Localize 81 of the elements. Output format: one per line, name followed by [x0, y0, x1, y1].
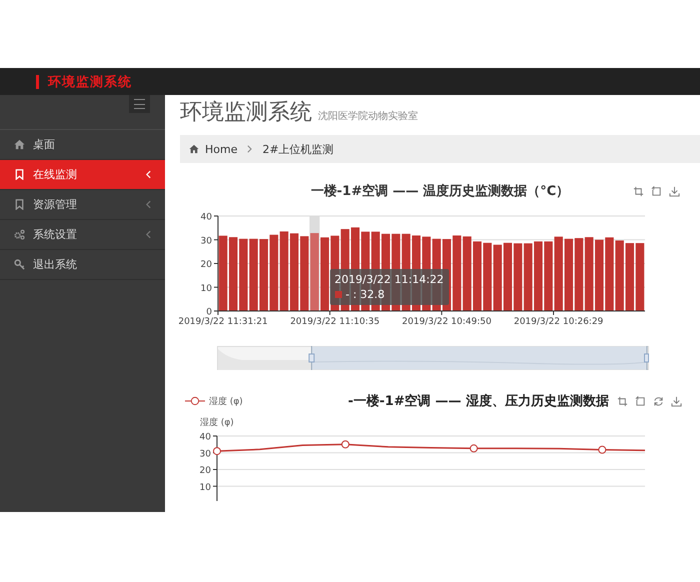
- bookmark-icon: [14, 199, 25, 210]
- zoom-slider[interactable]: [217, 346, 649, 372]
- zoom-icon[interactable]: [633, 186, 644, 196]
- nav-item[interactable]: 系统设置: [0, 220, 165, 250]
- bar[interactable]: [554, 236, 563, 311]
- bar[interactable]: [493, 244, 502, 311]
- bar[interactable]: [472, 241, 482, 311]
- chevron-icon: [247, 145, 252, 153]
- bar[interactable]: [524, 243, 532, 311]
- bar[interactable]: [574, 238, 584, 311]
- axis-title: 湿度 (φ): [200, 416, 235, 429]
- bar[interactable]: [218, 236, 228, 311]
- bar[interactable]: [534, 241, 543, 311]
- bar[interactable]: [300, 236, 309, 311]
- nav-item[interactable]: 退出系统: [0, 250, 165, 280]
- bar[interactable]: [564, 238, 574, 311]
- axis-label: 2019/3/22 10:26:29: [514, 317, 604, 327]
- data-point[interactable]: [598, 446, 606, 454]
- bar[interactable]: [249, 238, 258, 311]
- logo-mark: [36, 74, 39, 88]
- bar[interactable]: [462, 236, 472, 311]
- download-icon[interactable]: [671, 396, 682, 406]
- slider-handle[interactable]: [308, 346, 315, 370]
- gears-icon: [14, 229, 25, 240]
- nav-item[interactable]: 在线监测: [0, 160, 165, 190]
- slider-handle[interactable]: [644, 346, 649, 370]
- data-point[interactable]: [213, 447, 221, 456]
- bar[interactable]: [290, 233, 299, 311]
- chart-title: -一楼-1#空调 —— 湿度、压力历史监测数据: [348, 392, 609, 410]
- axis-label: 2019/3/22 11:31:21: [178, 317, 268, 327]
- bar[interactable]: [259, 239, 268, 311]
- zoom-reset-icon[interactable]: [651, 186, 662, 196]
- legend-item[interactable]: 湿度 (φ): [185, 394, 243, 408]
- menu-icon[interactable]: [129, 95, 150, 113]
- bar[interactable]: [239, 238, 248, 311]
- axis-label: 2019/3/22 11:10:35: [290, 317, 380, 327]
- bar[interactable]: [594, 240, 604, 311]
- breadcrumb-link[interactable]: Home: [205, 142, 238, 156]
- bar[interactable]: [320, 237, 330, 311]
- chart-title: 一楼-1#空调 —— 温度历史监测数据（°C）: [310, 182, 570, 200]
- bar[interactable]: [544, 241, 553, 311]
- bar[interactable]: [280, 231, 288, 311]
- refresh-icon[interactable]: [653, 396, 664, 406]
- bar[interactable]: [636, 243, 644, 311]
- bar[interactable]: [270, 234, 278, 311]
- bar[interactable]: [584, 237, 594, 311]
- bar[interactable]: [625, 243, 634, 311]
- breadcrumb-link[interactable]: 2#上位机监测: [262, 142, 334, 156]
- bar[interactable]: [483, 242, 492, 311]
- zoom-reset-icon[interactable]: [635, 396, 646, 406]
- bookmark-icon: [14, 169, 25, 180]
- page-title: 环境监测系统: [180, 99, 312, 127]
- bar[interactable]: [605, 237, 614, 311]
- app-title: 环境监测系统: [48, 74, 132, 90]
- bar[interactable]: [228, 237, 238, 311]
- tooltip-value: - : 32.8: [346, 287, 385, 302]
- bar[interactable]: [615, 240, 624, 311]
- axis-label: 0: [206, 308, 212, 318]
- tooltip-title: 2019/3/22 11:14:22: [334, 273, 444, 286]
- nav-item[interactable]: 资源管理: [0, 190, 165, 220]
- data-point[interactable]: [341, 440, 350, 448]
- axis-label: 10: [200, 482, 211, 493]
- page-subtitle: 沈阳医学院动物实验室: [318, 110, 418, 123]
- axis-label: 30: [200, 449, 211, 460]
- axis-label: 2019/3/22 10:49:50: [402, 317, 492, 327]
- download-icon[interactable]: [669, 186, 680, 196]
- bar[interactable]: [452, 235, 462, 311]
- axis-label: 40: [200, 432, 211, 442]
- y-axis: [212, 436, 218, 501]
- key-icon: [14, 259, 25, 270]
- home-icon: [14, 139, 25, 150]
- bar[interactable]: [503, 242, 512, 311]
- bar[interactable]: [514, 243, 522, 311]
- zoom-icon[interactable]: [617, 396, 628, 406]
- home-icon: [189, 144, 199, 154]
- axis-label: 40: [200, 212, 212, 222]
- axis-label: 20: [200, 260, 212, 270]
- axis-label: 20: [200, 466, 211, 476]
- axis-label: 30: [200, 236, 212, 246]
- data-point[interactable]: [470, 444, 478, 452]
- axis-label: 10: [200, 284, 212, 294]
